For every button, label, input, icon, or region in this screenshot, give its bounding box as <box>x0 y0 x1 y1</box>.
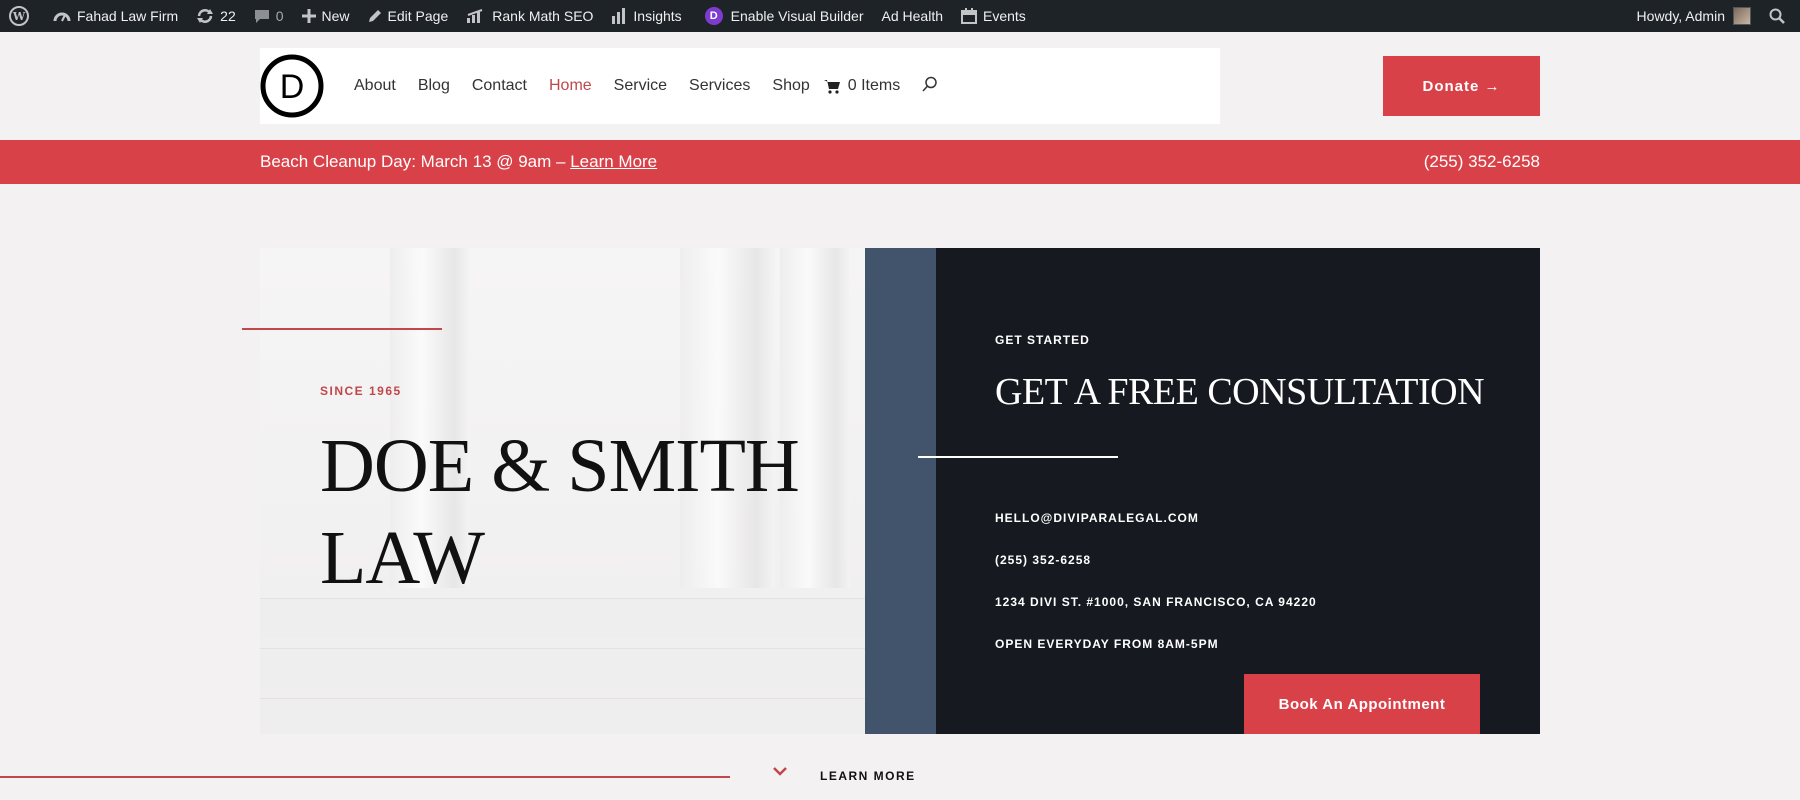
account-menu[interactable]: Howdy, Admin <box>1628 0 1760 32</box>
wordpress-logo-icon[interactable]: W <box>0 0 44 32</box>
visual-builder-link[interactable]: D Enable Visual Builder <box>691 0 873 32</box>
get-started-label: GET STARTED <box>995 333 1090 347</box>
site-header: D About Blog Contact Home Service Servic… <box>260 48 1220 124</box>
comments-count: 0 <box>275 8 284 24</box>
logo-letter: D <box>280 68 305 106</box>
bar-chart-icon <box>612 8 626 24</box>
learn-more-link[interactable]: LEARN MORE <box>820 769 916 783</box>
nav-blog[interactable]: Blog <box>418 77 450 95</box>
contact-hours: OPEN EVERYDAY FROM 8AM-5PM <box>995 637 1219 651</box>
since-label: SINCE 1965 <box>320 384 402 398</box>
nav-service[interactable]: Service <box>614 77 667 95</box>
visual-builder-label: Enable Visual Builder <box>730 8 864 24</box>
calendar-icon <box>961 8 977 24</box>
new-label: New <box>321 8 350 24</box>
nav-home[interactable]: Home <box>549 77 592 95</box>
rank-math-icon <box>467 9 483 23</box>
book-appointment-button[interactable]: Book An Appointment <box>1244 674 1480 734</box>
consultation-title: GET A FREE CONSULTATION <box>995 371 1485 413</box>
contact-email[interactable]: HELLO@DIVIPARALEGAL.COM <box>995 511 1199 525</box>
site-name-link[interactable]: Fahad Law Firm <box>44 0 187 32</box>
search-icon <box>922 76 937 92</box>
plus-icon <box>301 9 316 23</box>
events-label: Events <box>983 8 1026 24</box>
hero-title: DOE & SMITH LAW <box>320 420 840 604</box>
announcement-text-wrap: Beach Cleanup Day: March 13 @ 9am – Lear… <box>260 152 657 172</box>
header-search-button[interactable] <box>922 76 938 97</box>
svg-text:W: W <box>12 10 26 23</box>
admin-search-button[interactable] <box>1760 0 1800 32</box>
announcement-bar: Beach Cleanup Day: March 13 @ 9am – Lear… <box>0 140 1800 184</box>
nav-contact[interactable]: Contact <box>472 77 527 95</box>
cart-icon <box>823 79 840 94</box>
accent-bar <box>865 248 936 734</box>
ad-health-label: Ad Health <box>881 8 943 24</box>
accent-line <box>242 328 442 330</box>
rank-math-label: Rank Math SEO <box>492 8 594 24</box>
updates-icon <box>197 9 214 23</box>
rank-math-link[interactable]: Rank Math SEO <box>457 0 602 32</box>
divi-icon: D <box>704 7 723 25</box>
hero-title-line-1: DOE & SMITH <box>320 424 800 508</box>
ad-health-link[interactable]: Ad Health <box>873 0 952 32</box>
step-decoration <box>260 598 865 638</box>
consultation-panel <box>936 248 1540 734</box>
wp-admin-bar: W Fahad Law Firm 22 0 New Edit Page Rank… <box>0 0 1800 32</box>
updates-link[interactable]: 22 <box>187 0 245 32</box>
contact-address: 1234 DIVI ST. #1000, SAN FRANCISCO, CA 9… <box>995 595 1317 609</box>
pencil-icon <box>368 10 381 22</box>
announcement-phone[interactable]: (255) 352-6258 <box>1424 152 1540 172</box>
events-link[interactable]: Events <box>952 0 1035 32</box>
search-icon <box>1769 8 1785 24</box>
contact-phone[interactable]: (255) 352-6258 <box>995 553 1091 567</box>
site-logo[interactable]: D <box>260 54 324 118</box>
edit-page-link[interactable]: Edit Page <box>359 0 458 32</box>
comments-link[interactable]: 0 <box>245 0 293 32</box>
dashboard-icon <box>53 12 71 22</box>
nav-shop[interactable]: Shop <box>772 77 809 95</box>
step-decoration <box>260 648 865 688</box>
insights-label: Insights <box>633 8 682 24</box>
hero-title-line-2: LAW <box>320 516 485 600</box>
nav-services[interactable]: Services <box>689 77 750 95</box>
avatar <box>1733 7 1751 25</box>
insights-link[interactable]: Insights <box>602 0 690 32</box>
cart-link[interactable]: 0 Items <box>823 77 901 95</box>
new-content-link[interactable]: New <box>293 0 359 32</box>
edit-page-label: Edit Page <box>387 8 449 24</box>
cart-label: 0 Items <box>847 77 901 94</box>
comment-icon <box>254 10 269 23</box>
donate-button[interactable]: Donate → <box>1383 56 1540 116</box>
nav-about[interactable]: About <box>354 77 396 95</box>
greeting: Howdy, Admin <box>1636 8 1725 24</box>
announcement-learn-more-link[interactable]: Learn More <box>570 152 657 171</box>
chevron-down-icon[interactable] <box>772 764 788 782</box>
divider-line <box>918 456 1118 458</box>
announcement-text: Beach Cleanup Day: March 13 @ 9am – <box>260 152 566 171</box>
updates-count: 22 <box>220 8 236 24</box>
bottom-accent-line <box>0 776 730 778</box>
site-name: Fahad Law Firm <box>77 8 179 24</box>
step-decoration <box>260 698 865 734</box>
main-nav: About Blog Contact Home Service Services… <box>354 76 938 97</box>
